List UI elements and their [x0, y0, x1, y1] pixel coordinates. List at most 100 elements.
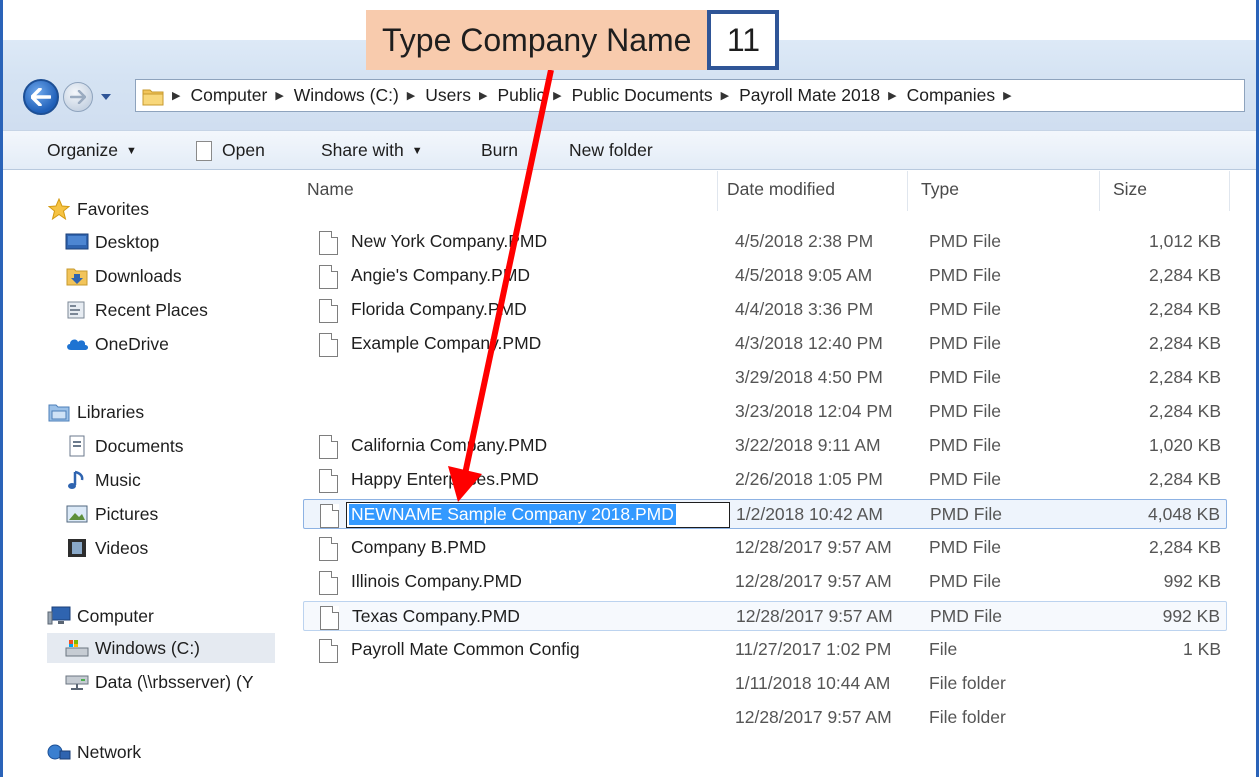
breadcrumb-public[interactable]: Public ▶ — [497, 85, 571, 106]
nav-libraries[interactable]: Libraries — [47, 397, 144, 427]
drive-icon — [65, 637, 89, 659]
breadcrumb-windows-c[interactable]: Windows (C:) ▶ — [294, 85, 425, 106]
breadcrumb-computer[interactable]: Computer ▶ — [190, 85, 293, 106]
organize-label: Organize — [47, 140, 119, 160]
column-divider[interactable] — [1099, 171, 1100, 211]
nav-pictures[interactable]: Pictures — [65, 499, 158, 529]
file-date: 12/28/2017 9:57 AM — [735, 571, 892, 591]
breadcrumb-label: Windows (C:) — [293, 85, 399, 105]
nav-label: Pictures — [95, 503, 159, 524]
file-row[interactable]: Florida Company.PMD 4/4/2018 3:36 PM PMD… — [303, 295, 1227, 325]
column-header-date[interactable]: Date modified — [727, 179, 835, 200]
network-drive-icon — [65, 671, 89, 693]
column-label: Name — [307, 179, 354, 199]
file-type: File folder — [929, 673, 1006, 693]
callout-label: Type Company Name — [366, 10, 708, 70]
nav-network[interactable]: Network — [47, 737, 141, 767]
breadcrumb-separator[interactable]: ▶ — [172, 89, 190, 102]
step-callout: Type Company Name 11 — [366, 10, 780, 70]
arrow-left-icon — [31, 88, 51, 106]
file-name: Company B.PMD — [351, 537, 487, 557]
folder-row-redacted[interactable]: 12/28/2017 9:57 AM File folder — [303, 703, 1227, 733]
file-date: 1/2/2018 10:42 AM — [736, 504, 883, 524]
column-divider[interactable] — [717, 171, 718, 211]
file-row[interactable]: Angie's Company.PMD 4/5/2018 9:05 AM PMD… — [303, 261, 1227, 291]
file-row[interactable]: Payroll Mate Common Config 11/27/2017 1:… — [303, 635, 1227, 665]
burn-button[interactable]: Burn — [481, 140, 518, 161]
folder-icon — [142, 86, 164, 106]
file-type: PMD File — [929, 333, 1001, 353]
file-size: 992 KB — [1163, 571, 1221, 591]
address-bar[interactable]: ▶ Computer ▶ Windows (C:) ▶ Users ▶ Public ▶… — [135, 79, 1245, 112]
file-row[interactable]: Example Company.PMD 4/3/2018 12:40 PM PM… — [303, 329, 1227, 359]
nav-computer[interactable]: Computer — [47, 601, 154, 631]
file-date: 3/23/2018 12:04 PM — [735, 401, 893, 421]
network-icon — [47, 741, 71, 763]
file-icon — [319, 537, 338, 561]
folder-row-redacted[interactable]: 1/11/2018 10:44 AM File folder — [303, 669, 1227, 699]
new-folder-button[interactable]: New folder — [569, 140, 653, 161]
file-row-redacted[interactable]: 3/23/2018 12:04 PM PMD File 2,284 KB — [303, 397, 1227, 427]
file-size: 1 KB — [1183, 639, 1221, 659]
file-date: 4/5/2018 9:05 AM — [735, 265, 873, 285]
file-row[interactable]: Happy Enterprises.PMD 2/26/2018 1:05 PM … — [303, 465, 1227, 495]
file-date: 1/11/2018 10:44 AM — [735, 673, 891, 693]
column-divider[interactable] — [907, 171, 908, 211]
file-icon — [319, 265, 338, 289]
file-row-hover[interactable]: Texas Company.PMD 12/28/2017 9:57 AM PMD… — [303, 601, 1227, 631]
organize-button[interactable]: Organize ▼ — [47, 140, 137, 161]
nav-windows-c[interactable]: Windows (C:) — [47, 633, 275, 663]
nav-music[interactable]: Music — [65, 465, 141, 495]
nav-favorites[interactable]: Favorites — [47, 194, 149, 224]
share-with-button[interactable]: Share with ▼ — [321, 140, 423, 161]
nav-label: Data (\\rbsserver) (Y — [95, 671, 254, 692]
file-row[interactable]: California Company.PMD 3/22/2018 9:11 AM… — [303, 431, 1227, 461]
breadcrumb-users[interactable]: Users ▶ — [425, 85, 497, 106]
libraries-icon — [47, 401, 71, 423]
file-date: 12/28/2017 9:57 AM — [735, 537, 892, 557]
nav-label: Videos — [95, 537, 149, 558]
breadcrumb-label: Companies — [906, 85, 996, 105]
forward-button[interactable] — [63, 82, 93, 112]
nav-desktop[interactable]: Desktop — [65, 227, 159, 257]
nav-documents[interactable]: Documents — [65, 431, 184, 461]
file-row[interactable]: Company B.PMD 12/28/2017 9:57 AM PMD Fil… — [303, 533, 1227, 563]
nav-onedrive[interactable]: OneDrive — [65, 329, 169, 359]
column-header-name[interactable]: Name — [307, 179, 354, 200]
file-type: File — [929, 639, 958, 659]
breadcrumb-payroll-mate[interactable]: Payroll Mate 2018 ▶ — [739, 85, 907, 106]
nav-videos[interactable]: Videos — [65, 533, 148, 563]
nav-label: Documents — [95, 435, 184, 456]
column-divider[interactable] — [1229, 171, 1230, 211]
file-row[interactable]: Illinois Company.PMD 12/28/2017 9:57 AM … — [303, 567, 1227, 597]
file-icon — [319, 333, 338, 357]
pictures-icon — [65, 503, 89, 525]
breadcrumb-companies[interactable]: Companies ▶ — [907, 85, 1022, 106]
nav-recent-places[interactable]: Recent Places — [65, 295, 208, 325]
nav-label: Desktop — [95, 231, 160, 252]
command-bar: Organize ▼ Open Share with ▼ Burn New fold… — [3, 130, 1256, 170]
breadcrumb-label: Public — [497, 85, 546, 105]
breadcrumb-public-documents[interactable]: Public Documents ▶ — [572, 85, 740, 106]
recent-pages-dropdown[interactable] — [98, 89, 114, 105]
callout-step-number: 11 — [707, 10, 780, 70]
file-list: Name Date modified Type Size New York Co… — [293, 171, 1243, 777]
downloads-folder-icon — [65, 265, 89, 287]
file-name: Angie's Company.PMD — [351, 265, 531, 285]
column-header-type[interactable]: Type — [921, 179, 959, 200]
file-row-selected[interactable]: NEWNAME Sample Company 2018.PMD 1/2/2018… — [303, 499, 1227, 529]
arrow-right-icon — [70, 90, 86, 104]
file-name: New York Company.PMD — [351, 231, 548, 251]
file-row-redacted[interactable]: 3/29/2018 4:50 PM PMD File 2,284 KB — [303, 363, 1227, 393]
open-button[interactable]: Open — [196, 140, 265, 161]
nav-network-drive-data[interactable]: Data (\\rbsserver) (Y — [65, 667, 254, 697]
rename-input[interactable]: NEWNAME Sample Company 2018.PMD — [346, 502, 730, 528]
column-header-size[interactable]: Size — [1113, 179, 1147, 200]
back-button[interactable] — [23, 79, 59, 115]
file-row[interactable]: New York Company.PMD 4/5/2018 2:38 PM PM… — [303, 227, 1227, 257]
burn-label: Burn — [481, 140, 518, 160]
nav-label: OneDrive — [95, 333, 169, 354]
nav-downloads[interactable]: Downloads — [65, 261, 182, 291]
file-type: File folder — [929, 707, 1006, 727]
breadcrumb-label: Computer — [190, 85, 268, 105]
